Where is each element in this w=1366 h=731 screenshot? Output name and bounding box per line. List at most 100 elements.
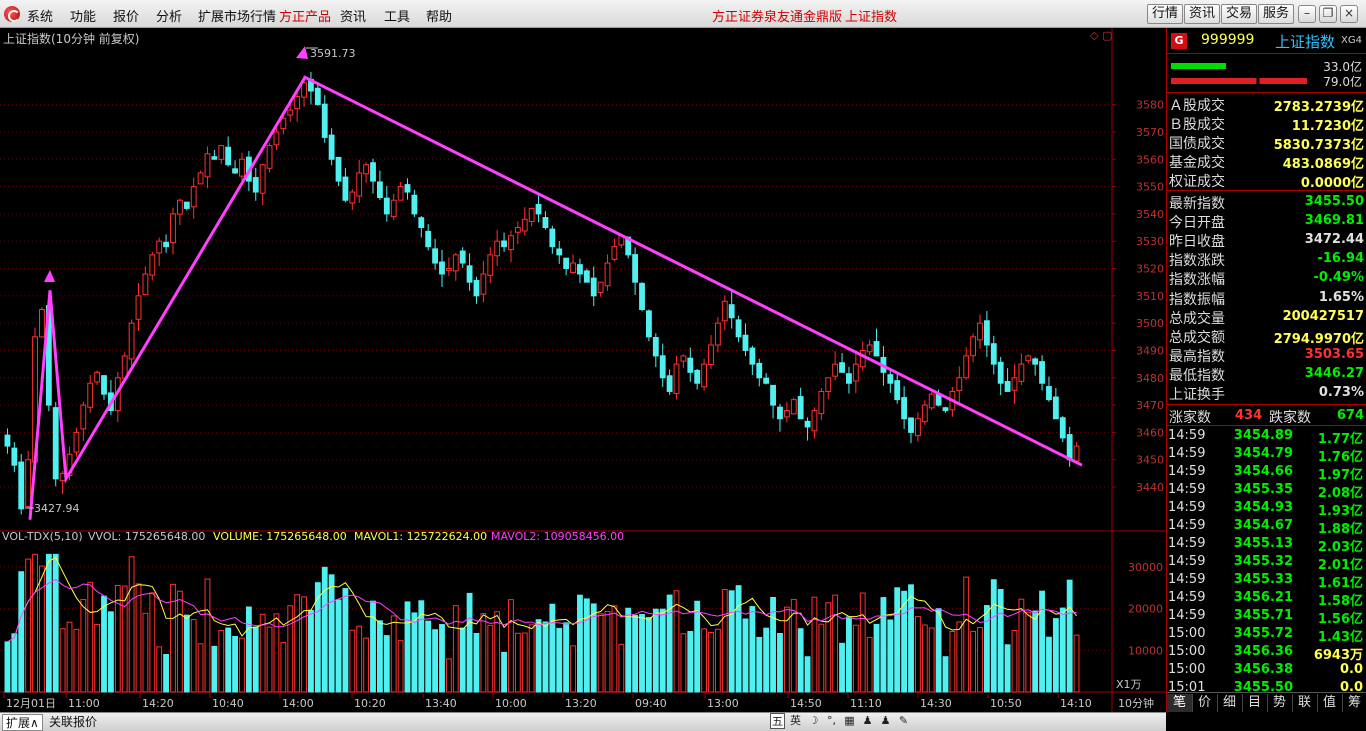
ime-icon[interactable]: 五 [770, 713, 785, 729]
service-button[interactable]: 服务 [1258, 4, 1295, 24]
tick-row[interactable]: 15:00 3455.72 1.43亿 [1167, 625, 1366, 645]
candle-body [356, 172, 363, 197]
panel-tab[interactable]: 笔 [1167, 694, 1193, 712]
candle-body [156, 240, 163, 254]
panel-tab[interactable]: 势 [1267, 694, 1293, 712]
volume-bar [949, 631, 956, 693]
menu-tools[interactable]: 工具 [384, 6, 410, 25]
chart-canvas[interactable]: 3440 3450 3460 3470 3480 3490 3500 3510 3520 3530… [0, 28, 1166, 712]
menu-function[interactable]: 功能 [70, 6, 96, 25]
tick-row[interactable]: 14:59 3454.89 1.77亿 [1167, 427, 1366, 447]
candle-body [473, 279, 480, 297]
stat-row: 国债成交 5830.7373亿 [1167, 132, 1366, 153]
tick-row[interactable]: 14:59 3455.35 2.08亿 [1167, 481, 1366, 501]
candle-body [908, 417, 914, 433]
panel-header: G 999999 上证指数 XG4 [1167, 28, 1366, 54]
tick-row[interactable]: 14:59 3454.67 1.88亿 [1167, 517, 1366, 537]
expand-tab[interactable]: 扩展∧ [2, 714, 43, 731]
volume-bar [735, 585, 742, 693]
volume-bar [170, 583, 176, 693]
g-badge-icon[interactable]: G [1171, 33, 1187, 49]
panel-tab[interactable]: 值 [1317, 694, 1343, 712]
close-icon[interactable]: × [1340, 5, 1358, 23]
candle-body [376, 181, 383, 198]
volume-bar [1052, 618, 1059, 693]
tick-row[interactable]: 15:00 3456.38 0.0 [1167, 661, 1366, 679]
related-quote-tab[interactable]: 关联报价 [46, 714, 100, 731]
tick-row[interactable]: 14:59 3454.79 1.76亿 [1167, 445, 1366, 465]
ime-icon[interactable]: ♟ [860, 713, 875, 729]
volume-bar [866, 636, 873, 693]
volume-bar [259, 613, 266, 693]
tick-row[interactable]: 14:59 3455.32 2.01亿 [1167, 553, 1366, 573]
quote-row: 最低指数 3446.27 [1167, 364, 1366, 384]
tick-time: 14:59 [1168, 590, 1206, 605]
menu-quote[interactable]: 报价 [113, 6, 139, 25]
menu-help[interactable]: 帮助 [426, 6, 452, 25]
divider [1167, 404, 1366, 405]
period-label: 10分钟 [1118, 696, 1154, 710]
trade-button[interactable]: 交易 [1221, 4, 1258, 24]
tick-row[interactable]: 14:59 3455.71 1.56亿 [1167, 607, 1366, 627]
candle-body [397, 186, 404, 201]
volume-bar [114, 585, 121, 693]
quote-value: 3503.65 [1304, 346, 1364, 362]
panel-tab[interactable]: 联 [1292, 694, 1318, 712]
time-tick-label: 14:50 [790, 697, 822, 710]
ime-icon[interactable]: ▦ [842, 713, 857, 729]
candle-body [183, 201, 190, 209]
tick-row[interactable]: 14:59 3455.33 1.61亿 [1167, 571, 1366, 591]
security-tag: XG4 [1341, 35, 1362, 46]
tick-row[interactable]: 14:59 3454.66 1.97亿 [1167, 463, 1366, 483]
volume-bar [921, 624, 928, 693]
ime-icon[interactable]: ♟ [878, 713, 893, 729]
menu-analysis[interactable]: 分析 [156, 6, 182, 25]
candle-body [301, 82, 307, 98]
menu-bar: 系统 功能 报价 分析 扩展市场行情 方正产品 资讯 工具 帮助 方正证券泉友通… [0, 0, 1366, 28]
candle-body [597, 281, 604, 293]
restore-icon[interactable]: ❐ [1319, 5, 1337, 23]
candle-body [508, 235, 514, 251]
ime-icon[interactable]: ✎ [896, 713, 911, 729]
ime-icon[interactable]: ☽ [806, 713, 821, 729]
minimize-icon[interactable]: – [1298, 5, 1316, 23]
menu-system[interactable]: 系统 [27, 6, 53, 25]
time-tick-label: 12月01日 [6, 697, 56, 710]
candle-body [528, 207, 535, 222]
time-tick-label: 10:50 [990, 697, 1022, 710]
volume-bar [680, 633, 687, 693]
volume-bar [970, 630, 977, 693]
ime-icon[interactable]: °, [824, 713, 839, 729]
panel-tab[interactable]: 细 [1217, 694, 1243, 712]
volume-bar [439, 624, 445, 693]
tick-row[interactable]: 14:59 3454.93 1.93亿 [1167, 499, 1366, 519]
candle-body [280, 117, 287, 130]
candle-body [714, 322, 721, 346]
menu-ext-market[interactable]: 扩展市场行情 [198, 6, 276, 25]
quote-row: 总成交额 2794.9970亿 [1167, 326, 1366, 347]
quote-label: 总成交量 [1169, 310, 1225, 327]
candle-body [11, 447, 18, 466]
volume-bar [956, 621, 963, 693]
candle-body [342, 176, 349, 201]
tick-time: 14:59 [1168, 428, 1206, 443]
quote-label: 今日开盘 [1169, 215, 1225, 232]
panel-tab[interactable]: 价 [1192, 694, 1218, 712]
diamond-icon: ◇ [1090, 29, 1099, 42]
tick-row[interactable]: 14:59 3455.13 2.03亿 [1167, 535, 1366, 555]
volume-bar [570, 645, 576, 693]
ime-icon[interactable]: 英 [788, 713, 803, 729]
quote-button[interactable]: 行情 [1147, 4, 1184, 24]
panel-tab[interactable]: 目 [1242, 694, 1268, 712]
menu-news[interactable]: 资讯 [340, 6, 366, 25]
stat-row: 权证成交 0.0000亿 [1167, 170, 1366, 191]
tick-row[interactable]: 14:59 3456.21 1.58亿 [1167, 589, 1366, 609]
volume-bar [294, 594, 301, 693]
tick-row[interactable]: 15:00 3456.36 6943万 [1167, 643, 1366, 663]
news-button[interactable]: 资讯 [1184, 4, 1221, 24]
menu-founder-products[interactable]: 方正产品 [279, 6, 331, 25]
quote-value: -16.94 [1317, 251, 1364, 267]
volume-bar [983, 605, 990, 693]
panel-tab[interactable]: 筹 [1342, 694, 1366, 712]
app-logo-icon[interactable] [4, 6, 20, 22]
